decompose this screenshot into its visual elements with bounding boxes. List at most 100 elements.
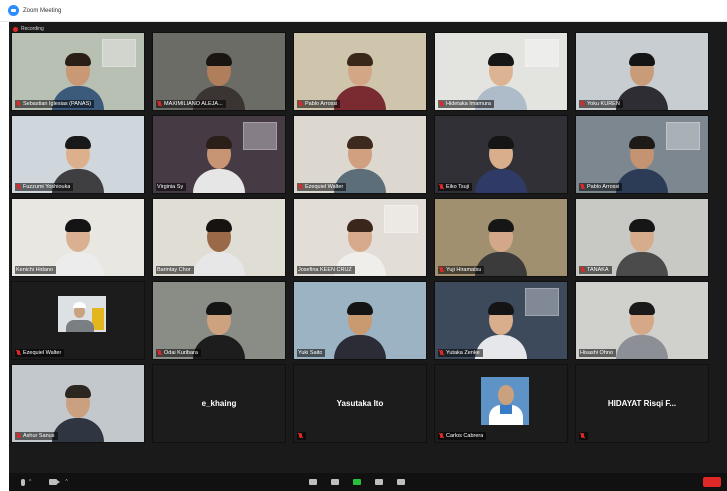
- person-body: [616, 86, 668, 110]
- reactions-icon[interactable]: [397, 479, 405, 485]
- participant-tile[interactable]: Yutaka Zenke: [434, 281, 568, 360]
- participant-name-label: Virginia Sy: [156, 183, 187, 191]
- muted-mic-icon: [298, 101, 303, 107]
- participant-video-feed: [330, 297, 390, 359]
- chat-icon[interactable]: [331, 479, 339, 485]
- muted-mic-icon: [16, 350, 21, 356]
- small-video-thumbnail: [58, 296, 106, 332]
- participant-name-label: Kenichi Hidano: [15, 266, 56, 274]
- participant-video-feed: [48, 214, 108, 276]
- participant-tile[interactable]: Fuzzumi Yoshiouka: [11, 115, 145, 194]
- person-hair: [206, 136, 232, 149]
- participants-icon[interactable]: [309, 479, 317, 485]
- participant-tile[interactable]: Hidetaka Imamura: [434, 32, 568, 111]
- person-body: [616, 335, 668, 359]
- participant-tile[interactable]: Yasutaka Ito: [293, 364, 427, 443]
- meeting-toolbar: ^ ^: [9, 473, 727, 491]
- participant-name: MAXIMILIANO ALEJA...: [164, 101, 223, 107]
- person-body: [475, 335, 527, 359]
- muted-mic-icon: [16, 184, 21, 190]
- participant-tile[interactable]: Barintay Chor: [152, 198, 286, 277]
- participant-tile[interactable]: Kenichi Hidano: [11, 198, 145, 277]
- person-hair: [347, 136, 373, 149]
- person-hair: [65, 219, 91, 232]
- participant-name: Yuki Saito: [298, 350, 323, 356]
- person-hair: [629, 219, 655, 232]
- muted-mic-icon: [157, 350, 162, 356]
- person-hair: [65, 53, 91, 66]
- person-body: [616, 169, 668, 193]
- participant-name-label: [579, 432, 588, 440]
- participant-name-label: Ezequiel Walter: [15, 349, 65, 357]
- end-meeting-button[interactable]: [703, 477, 721, 487]
- participant-display-name: Yasutaka Ito: [336, 399, 384, 408]
- participant-tile[interactable]: Pablo Arrossi: [575, 115, 709, 194]
- microphone-icon[interactable]: [21, 478, 25, 486]
- participant-tile[interactable]: Josefina KEEN CRUZ: [293, 198, 427, 277]
- person-hair: [629, 136, 655, 149]
- muted-mic-icon: [439, 101, 444, 107]
- participant-video-feed: [189, 214, 249, 276]
- participant-name: Eiko Tsuji: [446, 184, 470, 190]
- participant-name-label: Yuji Hiramatsu: [438, 266, 485, 274]
- person-hair: [488, 136, 514, 149]
- muted-mic-icon: [439, 267, 444, 273]
- participant-name-label: Hidetaka Imamura: [438, 100, 494, 108]
- participant-video-feed: [189, 131, 249, 193]
- participant-tile[interactable]: e_khaing: [152, 364, 286, 443]
- participant-tile[interactable]: HIDAYAT Risqi F...: [575, 364, 709, 443]
- toolbar-center-controls: [309, 479, 405, 485]
- participant-tile[interactable]: MAXIMILIANO ALEJA...: [152, 32, 286, 111]
- person-hair: [488, 302, 514, 315]
- muted-mic-icon: [439, 184, 444, 190]
- participant-name: Virginia Sy: [157, 184, 184, 190]
- person-body: [334, 86, 386, 110]
- muted-mic-icon: [16, 433, 21, 439]
- participant-tile[interactable]: Yuji Hiramatsu: [434, 198, 568, 277]
- participant-name-label: Barintay Chor: [156, 266, 194, 274]
- record-icon[interactable]: [375, 479, 383, 485]
- toolbar-left-controls: ^ ^: [9, 478, 129, 486]
- participant-tile[interactable]: Hisashi Ohno: [575, 281, 709, 360]
- participant-tile[interactable]: Eiko Tsuji: [434, 115, 568, 194]
- participant-name-label: Yuki Saito: [297, 349, 326, 357]
- participant-name-label: MAXIMILIANO ALEJA...: [156, 100, 226, 108]
- person-body: [616, 252, 668, 276]
- participant-tile[interactable]: Ezequiel Walter: [11, 281, 145, 360]
- audio-options-chevron-icon[interactable]: ^: [29, 479, 31, 485]
- person-body: [52, 252, 104, 276]
- participant-video-feed: [612, 297, 672, 359]
- participant-name-label: TANAKA: [579, 266, 612, 274]
- participant-tile[interactable]: Sebastian Iglesias (PANAS): [11, 32, 145, 111]
- person-hair: [65, 385, 91, 398]
- thumbnail-sc-body: [66, 320, 94, 332]
- person-body: [475, 169, 527, 193]
- participant-tile[interactable]: Ashur Sanus: [11, 364, 145, 443]
- participant-name: Pablo Arrossi: [587, 184, 620, 190]
- participant-name: Ezequiel Walter: [305, 184, 344, 190]
- participant-name: Yuji Hiramatsu: [446, 267, 482, 273]
- person-hair: [206, 53, 232, 66]
- title-bar: Zoom Meeting: [0, 0, 727, 22]
- gallery-grid: Sebastian Iglesias (PANAS) MAXIMILIANO AL…: [11, 32, 710, 443]
- participant-tile[interactable]: Odai Kuribara: [152, 281, 286, 360]
- participant-tile[interactable]: Yuki Saito: [293, 281, 427, 360]
- participant-video-feed: [471, 131, 531, 193]
- participant-name: Odai Kuribara: [164, 350, 198, 356]
- participant-tile[interactable]: Virginia Sy: [152, 115, 286, 194]
- participant-video-feed: [612, 214, 672, 276]
- participant-tile[interactable]: TANAKA: [575, 198, 709, 277]
- participant-name: TANAKA: [587, 267, 609, 273]
- participant-tile[interactable]: Pablo Arrossi: [293, 32, 427, 111]
- recording-dot-icon: [13, 26, 18, 32]
- participant-name-label: Pablo Arrossi: [297, 100, 341, 108]
- video-options-chevron-icon[interactable]: ^: [65, 479, 67, 485]
- share-screen-icon[interactable]: [353, 479, 361, 485]
- person-hair: [629, 302, 655, 315]
- participant-name: Yutaka Zenke: [446, 350, 480, 356]
- participant-tile[interactable]: Ezequiel Walter: [293, 115, 427, 194]
- participant-tile[interactable]: Carlos Cabrera: [434, 364, 568, 443]
- participant-name-label: Pablo Arrossi: [579, 183, 623, 191]
- participant-tile[interactable]: Yoku KUREN: [575, 32, 709, 111]
- video-camera-icon[interactable]: [49, 479, 61, 485]
